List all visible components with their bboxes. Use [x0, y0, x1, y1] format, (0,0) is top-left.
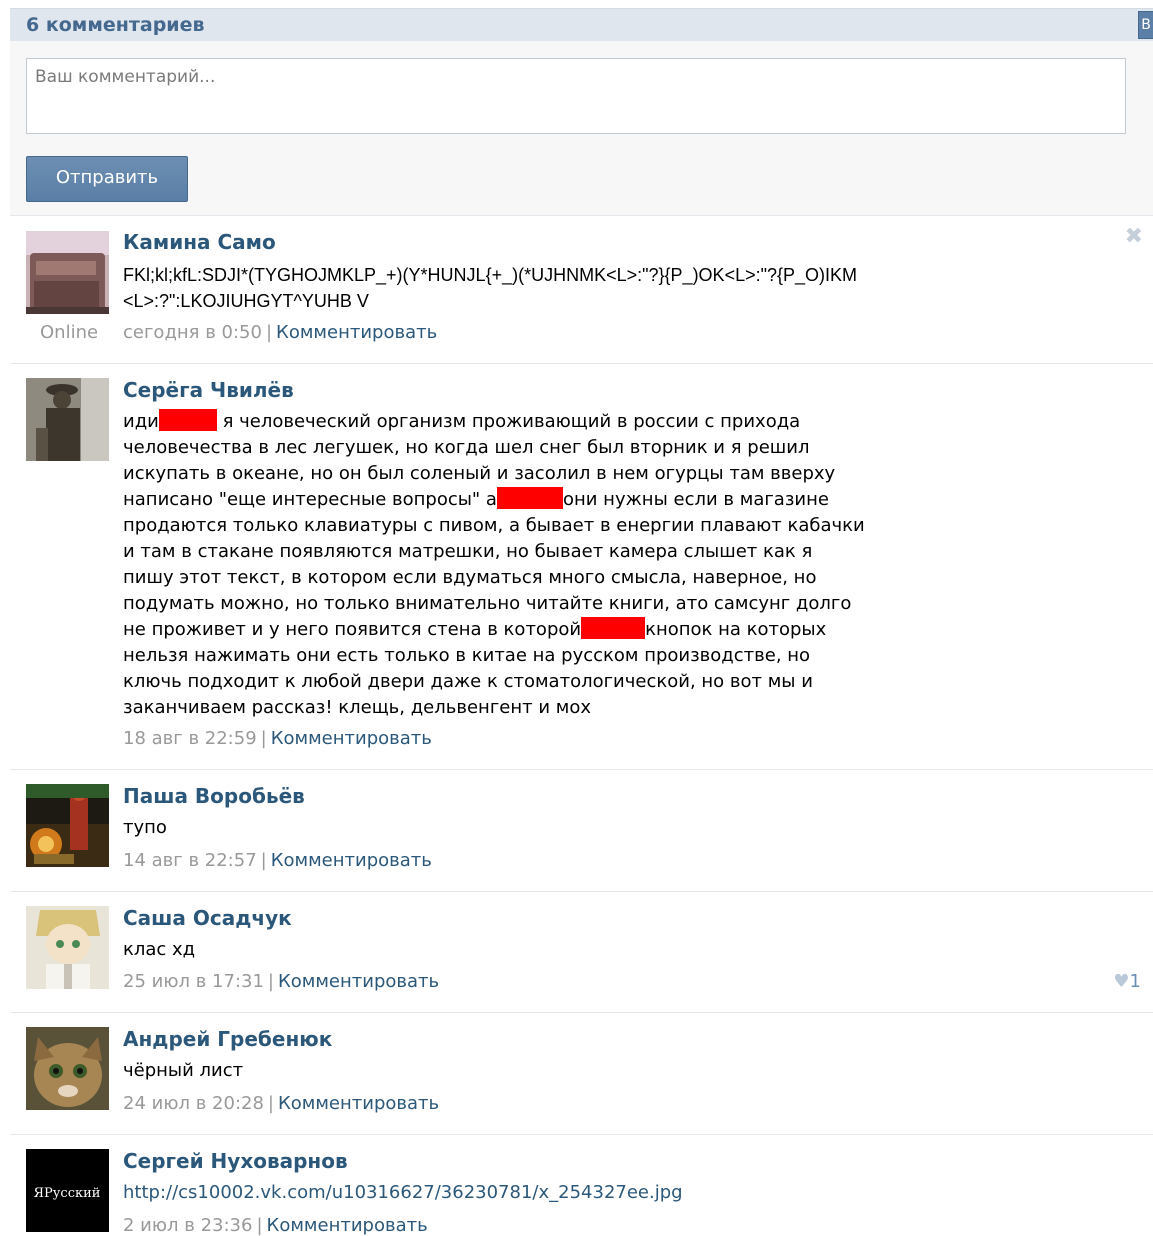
comment-date: 25 июл в 17:31	[123, 971, 264, 992]
comment-author[interactable]: Камина Само	[123, 230, 276, 254]
comment-item: Online Камина Само FKl;kl;kfL:SDJI*(TYGH…	[10, 216, 1153, 364]
comment-item: Паша Воробьёв тупо 14 авг в 22:57 | Коммен…	[10, 770, 1153, 892]
comment-text-part: они нужны если в магазине продаются толь…	[123, 489, 865, 640]
comment-text: FKl;kl;kfL:SDJI*(TYGHOJMKLP_+)(Y*HUNJL{+…	[123, 265, 858, 311]
like-button[interactable]: ♥1	[1113, 971, 1141, 992]
comment-item: Саша Осадчук клас хд 25 июл в 17:31 | Комм…	[10, 892, 1153, 1013]
redaction-box	[158, 409, 217, 431]
comment-author[interactable]: Саша Осадчук	[123, 906, 292, 930]
comment-date: 2 июл в 23:36	[123, 1215, 253, 1236]
corner-button[interactable]: В	[1138, 11, 1153, 39]
reply-link[interactable]: Комментировать	[276, 322, 437, 343]
comment-item: Серёга Чвилёв иди я человеческий организ…	[10, 364, 1153, 770]
avatar-text: ЯРусский	[34, 1186, 101, 1201]
comment-text-part: иди	[123, 411, 159, 432]
avatar[interactable]	[26, 378, 109, 461]
comments-header: 6 комментариев В	[10, 8, 1153, 42]
redaction-box	[581, 617, 646, 639]
comments-count: 6 комментариев	[26, 14, 205, 36]
reply-link[interactable]: Комментировать	[278, 971, 439, 992]
avatar-photo	[26, 1027, 109, 1110]
comment-meta: 24 июл в 20:28 | Комментировать	[123, 1093, 439, 1114]
comment-date: 14 авг в 22:57	[123, 850, 257, 871]
avatar[interactable]	[26, 906, 109, 989]
redaction-box	[496, 487, 563, 509]
avatar-photo: ЯРусский	[26, 1149, 109, 1232]
reply-link[interactable]: Комментировать	[267, 1215, 428, 1236]
comment-date: 18 авг в 22:59	[123, 728, 257, 749]
avatar-photo	[26, 378, 109, 461]
comment-item: Андрей Гребенюк чёрный лист 24 июл в 20:…	[10, 1013, 1153, 1135]
send-button[interactable]: Отправить	[26, 156, 188, 202]
avatar-photo	[26, 231, 109, 314]
like-count: 1	[1129, 971, 1141, 992]
avatar[interactable]	[26, 784, 109, 867]
comment-link[interactable]: http://cs10002.vk.com/u10316627/36230781…	[123, 1180, 883, 1206]
comment-text: тупо	[123, 817, 167, 838]
separator: |	[265, 322, 273, 343]
online-status: Online	[40, 322, 99, 343]
reply-link[interactable]: Комментировать	[271, 728, 432, 749]
separator: |	[260, 850, 267, 871]
avatar-photo	[26, 906, 109, 989]
close-icon[interactable]: ✖	[1125, 224, 1143, 249]
separator: |	[267, 1093, 274, 1114]
comment-meta: 14 авг в 22:57 | Комментировать	[123, 850, 432, 871]
comment-author[interactable]: Паша Воробьёв	[123, 784, 305, 808]
avatar[interactable]: ЯРусский	[26, 1149, 109, 1232]
comment-date: 24 июл в 20:28	[123, 1093, 264, 1114]
separator: |	[267, 971, 274, 992]
comment-meta: 25 июл в 17:31 | Комментировать	[123, 971, 439, 992]
comment-item: ЯРусский Сергей Нуховарнов http://cs1000…	[10, 1135, 1153, 1236]
comment-text: клас хд	[123, 939, 196, 960]
comment-composer: Отправить	[10, 41, 1153, 216]
avatar[interactable]	[26, 1027, 109, 1110]
comment-input[interactable]	[26, 58, 1126, 134]
avatar[interactable]	[26, 231, 109, 314]
avatar-photo	[26, 784, 109, 867]
separator: |	[260, 728, 267, 749]
comment-meta: 18 авг в 22:59 | Комментировать	[123, 728, 432, 749]
reply-link[interactable]: Комментировать	[278, 1093, 439, 1114]
heart-icon: ♥	[1113, 971, 1130, 992]
comment-date: сегодня в 0:50	[123, 322, 262, 343]
comment-author[interactable]: Серёга Чвилёв	[123, 378, 294, 402]
comment-text: чёрный лист	[123, 1060, 244, 1081]
comment-meta: 2 июл в 23:36 | Комментировать	[123, 1215, 428, 1236]
comment-text: иди я человеческий организм проживающий …	[123, 409, 868, 721]
comment-meta: сегодня в 0:50 | Комментировать	[123, 322, 437, 343]
separator: |	[256, 1215, 263, 1236]
comment-author[interactable]: Сергей Нуховарнов	[123, 1149, 348, 1173]
reply-link[interactable]: Комментировать	[271, 850, 432, 871]
comment-author[interactable]: Андрей Гребенюк	[123, 1027, 332, 1051]
